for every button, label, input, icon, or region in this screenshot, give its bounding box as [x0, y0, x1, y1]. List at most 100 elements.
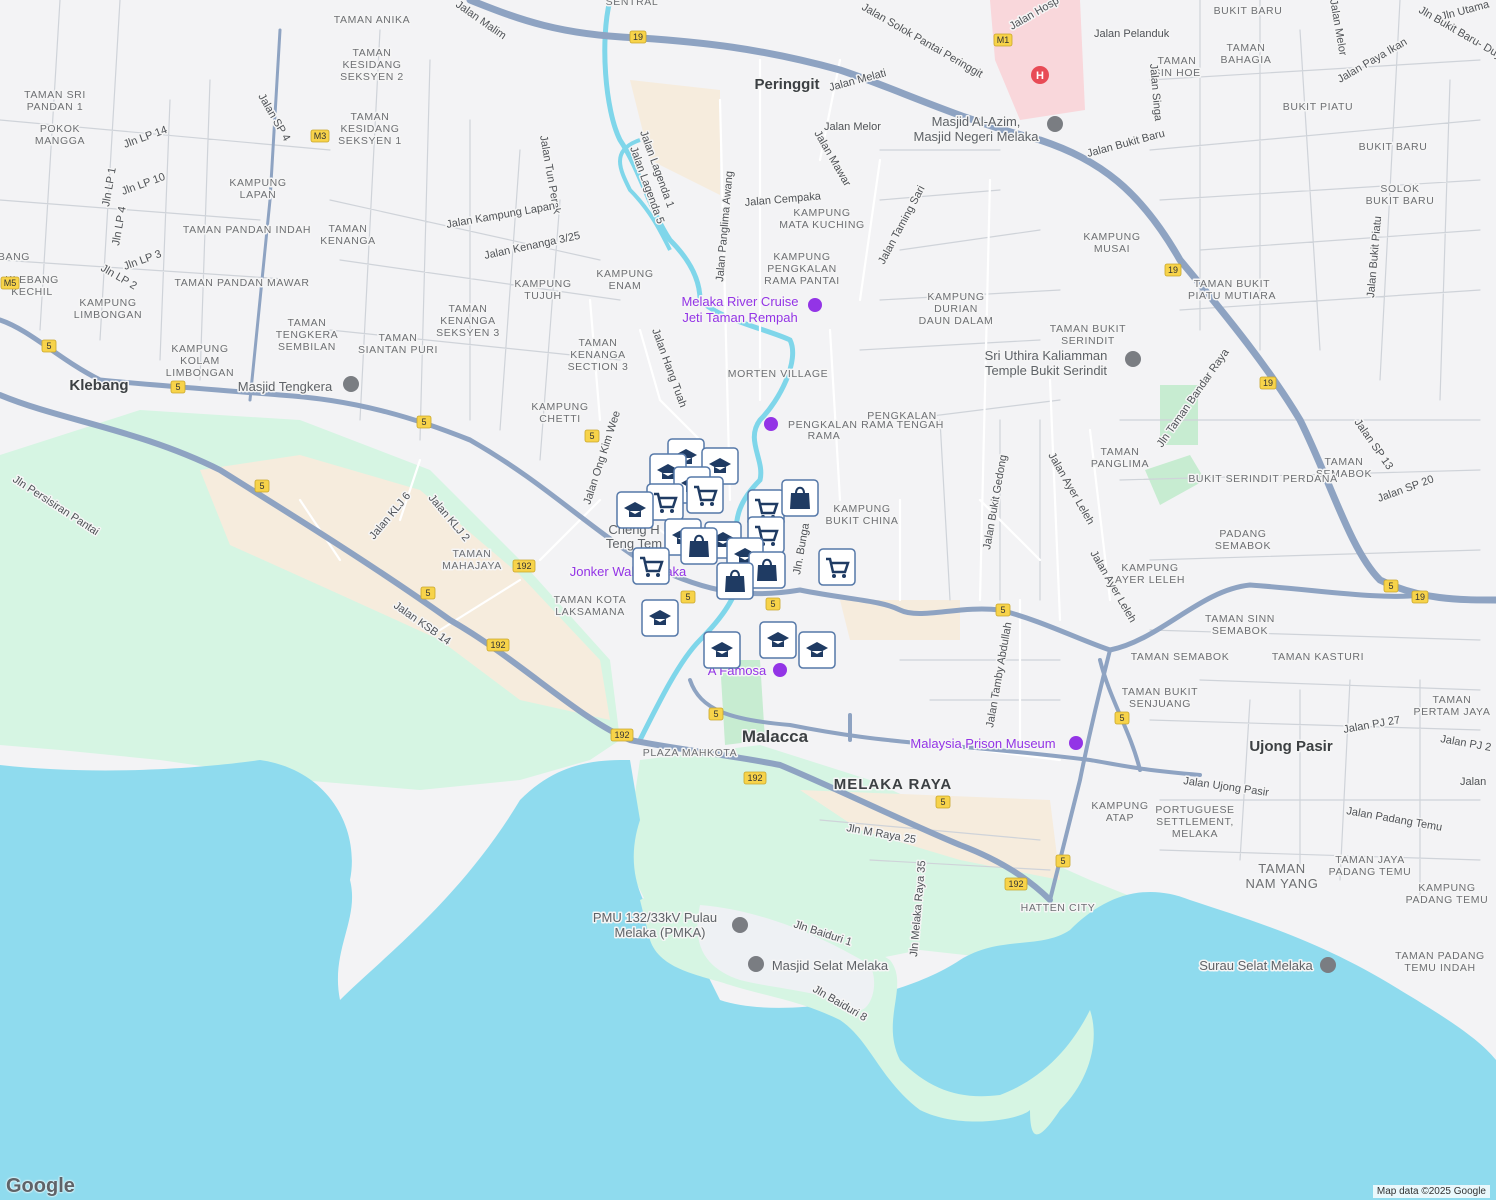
- poi-label-masjid-al-azim: Masjid Al-Azim,: [932, 114, 1021, 129]
- area-label: PANGLIMA: [1091, 458, 1149, 470]
- museum-icon[interactable]: [1069, 736, 1083, 750]
- area-label: KESIDANG: [340, 123, 399, 135]
- area-label: KAMPUNG: [927, 291, 984, 303]
- route-shield: 5: [935, 795, 951, 809]
- area-label: ATAP: [1106, 812, 1134, 824]
- svg-text:19: 19: [633, 32, 643, 42]
- route-shield: M3: [310, 129, 330, 143]
- poi-label-sri-uthira: Temple Bukit Serindit: [985, 363, 1107, 378]
- area-label: CHETTI: [539, 413, 581, 425]
- svg-text:5: 5: [1119, 713, 1124, 723]
- area-label: KAMPUNG: [531, 401, 588, 413]
- map-attribution[interactable]: Map data ©2025 Google: [1372, 1185, 1490, 1198]
- area-label: KENANGA: [440, 315, 496, 327]
- area-label: BUKIT CHINA: [826, 515, 899, 527]
- area-label: KENANGA: [570, 349, 626, 361]
- temple-icon[interactable]: [1125, 351, 1141, 367]
- area-label: PERTAM JAYA: [1413, 706, 1490, 718]
- area-label: TAMAN: [1433, 694, 1472, 706]
- area-label: MANGGA: [35, 135, 85, 147]
- mosque-icon[interactable]: [1320, 957, 1336, 973]
- area-label: KESIDANG: [342, 59, 401, 71]
- camera-icon[interactable]: [808, 298, 822, 312]
- svg-text:5: 5: [425, 588, 430, 598]
- school-icon[interactable]: [798, 631, 836, 669]
- map-canvas[interactable]: TAMAN ANIKA TAMAN KESIDANG SEKSYEN 2 TAM…: [0, 0, 1496, 1200]
- hospital-icon-glyph: H: [1036, 70, 1044, 82]
- mosque-icon[interactable]: [343, 376, 359, 392]
- area-label: TAMAN KOTA: [554, 594, 627, 606]
- route-shield: 5: [170, 380, 186, 394]
- mosque-icon[interactable]: [1047, 116, 1063, 132]
- svg-text:19: 19: [1168, 265, 1178, 275]
- area-label: KAMPUNG: [1121, 562, 1178, 574]
- svg-text:192: 192: [516, 561, 531, 571]
- school-icon[interactable]: [641, 599, 679, 637]
- svg-text:5: 5: [1000, 605, 1005, 615]
- shopping-cart-icon[interactable]: [818, 548, 856, 586]
- route-shield: 19: [1411, 590, 1429, 604]
- area-label: TEMU INDAH: [1404, 962, 1475, 974]
- mosque-icon[interactable]: [748, 956, 764, 972]
- route-shield: 192: [610, 728, 634, 742]
- svg-text:5: 5: [940, 797, 945, 807]
- route-shield: 192: [512, 559, 536, 573]
- svg-text:5: 5: [713, 709, 718, 719]
- svg-text:M1: M1: [997, 35, 1010, 45]
- area-label: TENGKERA: [276, 329, 339, 341]
- route-shield: 5: [254, 479, 270, 493]
- area-label: SENTRAL: [606, 0, 659, 8]
- area-label: TAMAN BUKIT: [1122, 686, 1198, 698]
- area-label: BAHAGIA: [1221, 54, 1272, 66]
- camera-icon[interactable]: [773, 663, 787, 677]
- area-label: TAMAN JAYA: [1335, 854, 1405, 866]
- area-label: TAMAN: [1227, 42, 1266, 54]
- shopping-bag-icon[interactable]: [748, 551, 786, 589]
- area-label: TAMAN: [1258, 861, 1306, 876]
- poi-label-masjid-al-azim: Masjid Negeri Melaka: [914, 129, 1040, 144]
- area-label: TAMAN: [288, 317, 327, 329]
- area-label: BUKIT PIATU: [1283, 101, 1353, 113]
- poi-label-sri-uthira: Sri Uthira Kaliamman: [985, 348, 1108, 363]
- shopping-bag-icon[interactable]: [781, 479, 819, 517]
- street-label: Jalan Melor: [824, 121, 881, 133]
- area-label: TAMAN PADANG: [1395, 950, 1485, 962]
- area-label: BUKIT BARU: [1366, 195, 1435, 207]
- building-icon[interactable]: [732, 917, 748, 933]
- shopping-cart-icon[interactable]: [632, 547, 670, 585]
- school-icon[interactable]: [616, 491, 654, 529]
- area-label: TUJUH: [524, 290, 561, 302]
- svg-text:5: 5: [175, 382, 180, 392]
- svg-text:192: 192: [490, 640, 505, 650]
- route-shield: 5: [765, 597, 781, 611]
- camera-icon[interactable]: [764, 417, 778, 431]
- area-label: LIMBONGAN: [74, 309, 142, 321]
- shopping-bag-icon[interactable]: [680, 527, 718, 565]
- area-label: TAMAN KASTURI: [1272, 651, 1364, 663]
- school-icon[interactable]: [759, 621, 797, 659]
- route-shield: 5: [680, 590, 696, 604]
- area-label: AYER LELEH: [1115, 574, 1185, 586]
- shopping-cart-icon[interactable]: [686, 476, 724, 514]
- area-label: TAMAN BUKIT: [1194, 278, 1270, 290]
- area-label: TAMAN: [353, 47, 392, 59]
- area-label: KAMPUNG: [229, 177, 286, 189]
- area-label: TAMAN: [453, 548, 492, 560]
- area-label: MATA KUCHING: [779, 219, 865, 231]
- area-label: KAMPUNG: [833, 503, 890, 515]
- area-label: PADANG TEMU: [1406, 894, 1489, 906]
- area-label: KOLAM: [180, 355, 220, 367]
- route-shield: M5: [0, 276, 20, 290]
- svg-text:5: 5: [770, 599, 775, 609]
- town-label-klebang: Klebang: [69, 377, 128, 394]
- area-label: RAMA: [808, 430, 841, 442]
- school-icon[interactable]: [703, 631, 741, 669]
- area-label: TAMAN: [1101, 446, 1140, 458]
- area-label: TAMAN BUKIT: [1050, 323, 1126, 335]
- route-shield: 5: [995, 603, 1011, 617]
- area-label: SEMABOK: [1215, 540, 1271, 552]
- svg-text:5: 5: [1060, 856, 1065, 866]
- poi-label-pmu: Melaka (PMKA): [614, 925, 705, 940]
- shopping-bag-icon[interactable]: [716, 562, 754, 600]
- area-label: LIMBONGAN: [166, 367, 234, 379]
